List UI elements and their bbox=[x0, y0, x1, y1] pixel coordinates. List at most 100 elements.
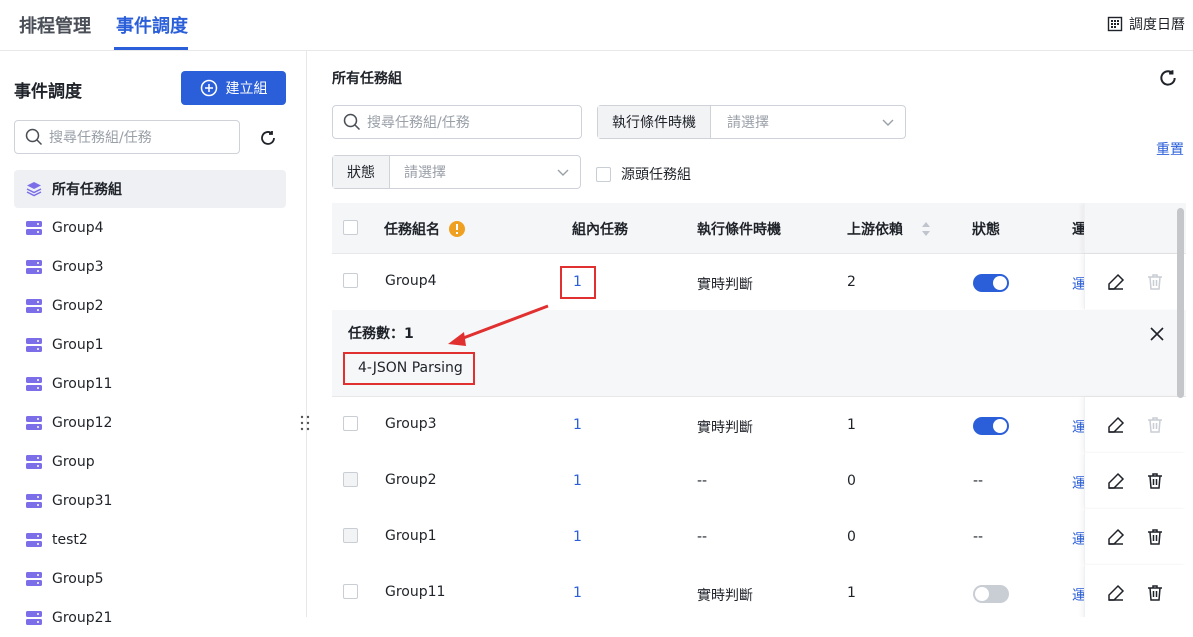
sidebar-item-group12[interactable]: Group12 bbox=[14, 404, 286, 442]
group-icon bbox=[26, 611, 42, 625]
group-icon bbox=[26, 455, 42, 469]
create-group-label: 建立組 bbox=[225, 81, 268, 97]
sidebar-item-group5[interactable]: Group5 bbox=[14, 560, 286, 598]
sidebar-item-group4[interactable]: Group4 bbox=[14, 209, 286, 247]
source-group-label: 源頭任務組 bbox=[621, 167, 691, 183]
cell-status: -- bbox=[973, 473, 984, 489]
sidebar-item-label: Group1 bbox=[52, 337, 104, 353]
layers-icon bbox=[26, 182, 42, 197]
sidebar-item-label: Group3 bbox=[52, 259, 104, 275]
task-count-label: 任務數：1 bbox=[348, 326, 414, 342]
reset-button[interactable]: 重置 bbox=[1156, 139, 1184, 159]
table-header: 任務組名 組內任務 執行條件時機 上游依賴 狀態 運 bbox=[332, 203, 1186, 254]
edit-icon[interactable] bbox=[1107, 416, 1125, 434]
sidebar-item-group[interactable]: Group bbox=[14, 443, 286, 481]
sidebar: 事件調度 建立組 搜尋任務組/任務 所有任務組 Group4 Group3 Gr… bbox=[0, 51, 307, 626]
sidebar-search-input[interactable]: 搜尋任務組/任務 bbox=[14, 120, 240, 154]
tab-schedule-management[interactable]: 排程管理 bbox=[19, 12, 91, 38]
source-group-checkbox[interactable]: 源頭任務組 bbox=[596, 164, 691, 184]
sidebar-item-label: Group21 bbox=[52, 610, 113, 626]
calendar-icon bbox=[1107, 16, 1123, 32]
delete-icon[interactable] bbox=[1146, 528, 1164, 546]
refresh-icon[interactable] bbox=[1158, 68, 1178, 88]
header-tasks: 組內任務 bbox=[572, 222, 628, 238]
sidebar-item-label: Group bbox=[52, 454, 95, 470]
cell-timing: -- bbox=[697, 529, 708, 545]
calendar-button[interactable]: 調度日曆 bbox=[1107, 14, 1185, 34]
cell-timing: 實時判斷 bbox=[697, 420, 753, 436]
info-icon[interactable] bbox=[448, 220, 466, 238]
edit-icon[interactable] bbox=[1107, 528, 1125, 546]
delete-icon[interactable] bbox=[1146, 472, 1164, 490]
edit-icon[interactable] bbox=[1107, 273, 1125, 291]
delete-icon bbox=[1148, 417, 1162, 433]
sidebar-item-label: Group12 bbox=[52, 415, 113, 431]
table-scrollbar[interactable] bbox=[1177, 208, 1184, 398]
cell-timing: 實時判斷 bbox=[697, 277, 753, 293]
chevron-down-icon bbox=[882, 119, 894, 126]
group-icon bbox=[26, 572, 42, 586]
cell-tasks-link[interactable]: 1 bbox=[573, 529, 582, 545]
task-group-table: 任務組名 組內任務 執行條件時機 上游依賴 狀態 運 Group4 1 實時判斷… bbox=[332, 203, 1186, 617]
sidebar-item-group21[interactable]: Group21 bbox=[14, 599, 286, 637]
status-toggle[interactable] bbox=[973, 585, 1009, 603]
row-checkbox[interactable] bbox=[343, 584, 358, 599]
group-icon bbox=[26, 494, 42, 508]
sidebar-item-test2[interactable]: test2 bbox=[14, 521, 286, 559]
delete-icon[interactable] bbox=[1146, 584, 1164, 602]
calendar-label: 調度日曆 bbox=[1129, 17, 1185, 33]
cell-name: Group11 bbox=[385, 584, 446, 600]
cell-upstream: 1 bbox=[847, 585, 856, 601]
sidebar-item-group3[interactable]: Group3 bbox=[14, 248, 286, 286]
refresh-icon[interactable] bbox=[259, 129, 277, 147]
table-row[interactable]: Group1 1 -- 0 -- 運 bbox=[332, 509, 1186, 566]
main-search-input[interactable]: 搜尋任務組/任務 bbox=[332, 105, 582, 139]
sidebar-item-group1[interactable]: Group1 bbox=[14, 326, 286, 364]
cell-upstream: 0 bbox=[847, 473, 856, 489]
edit-icon[interactable] bbox=[1107, 584, 1125, 602]
tab-event-dispatch[interactable]: 事件調度 bbox=[116, 12, 188, 38]
search-icon bbox=[343, 113, 361, 131]
edit-icon[interactable] bbox=[1107, 472, 1125, 490]
row-checkbox[interactable] bbox=[343, 416, 358, 431]
select-all-checkbox[interactable] bbox=[343, 220, 358, 235]
row-checkbox bbox=[343, 472, 358, 487]
row-actions bbox=[1084, 565, 1186, 617]
header-timing: 執行條件時機 bbox=[697, 222, 781, 238]
toggle-knob bbox=[993, 276, 1007, 290]
header-status: 狀態 bbox=[972, 222, 1000, 238]
sidebar-item-group11[interactable]: Group11 bbox=[14, 365, 286, 403]
header-upstream-label: 上游依賴 bbox=[847, 222, 903, 238]
cell-status: -- bbox=[973, 529, 984, 545]
delete-icon bbox=[1148, 274, 1162, 290]
sidebar-item-all-groups[interactable]: 所有任務組 bbox=[14, 170, 286, 208]
close-icon[interactable] bbox=[1150, 327, 1164, 341]
create-group-button[interactable]: 建立組 bbox=[181, 71, 286, 105]
table-row[interactable]: Group11 1 實時判斷 1 運 bbox=[332, 565, 1186, 617]
table-row[interactable]: Group2 1 -- 0 -- 運 bbox=[332, 453, 1186, 510]
row-checkbox[interactable] bbox=[343, 273, 358, 288]
group-icon bbox=[26, 260, 42, 274]
sidebar-item-group2[interactable]: Group2 bbox=[14, 287, 286, 325]
drag-handle-icon[interactable] bbox=[299, 414, 311, 432]
search-icon bbox=[25, 128, 43, 146]
checkbox[interactable] bbox=[596, 166, 611, 182]
highlight-box-task-count bbox=[560, 266, 596, 299]
status-toggle[interactable] bbox=[973, 417, 1009, 435]
group-icon bbox=[26, 299, 42, 313]
timing-filter[interactable]: 執行條件時機 請選擇 bbox=[597, 105, 906, 139]
sidebar-item-label: test2 bbox=[52, 532, 88, 548]
status-toggle[interactable] bbox=[973, 274, 1009, 292]
status-filter[interactable]: 狀態 請選擇 bbox=[332, 155, 581, 189]
row-checkbox bbox=[343, 528, 358, 543]
header-upstream[interactable]: 上游依賴 bbox=[847, 219, 931, 239]
row-actions bbox=[1084, 509, 1186, 564]
sidebar-item-label: Group2 bbox=[52, 298, 104, 314]
cell-tasks-link[interactable]: 1 bbox=[573, 473, 582, 489]
sort-icon[interactable] bbox=[921, 221, 931, 237]
cell-tasks-link[interactable]: 1 bbox=[573, 585, 582, 601]
cell-tasks-link[interactable]: 1 bbox=[573, 417, 582, 433]
sidebar-item-group31[interactable]: Group31 bbox=[14, 482, 286, 520]
table-row[interactable]: Group3 1 實時判斷 1 運 bbox=[332, 397, 1186, 454]
sidebar-item-label: Group31 bbox=[52, 493, 113, 509]
